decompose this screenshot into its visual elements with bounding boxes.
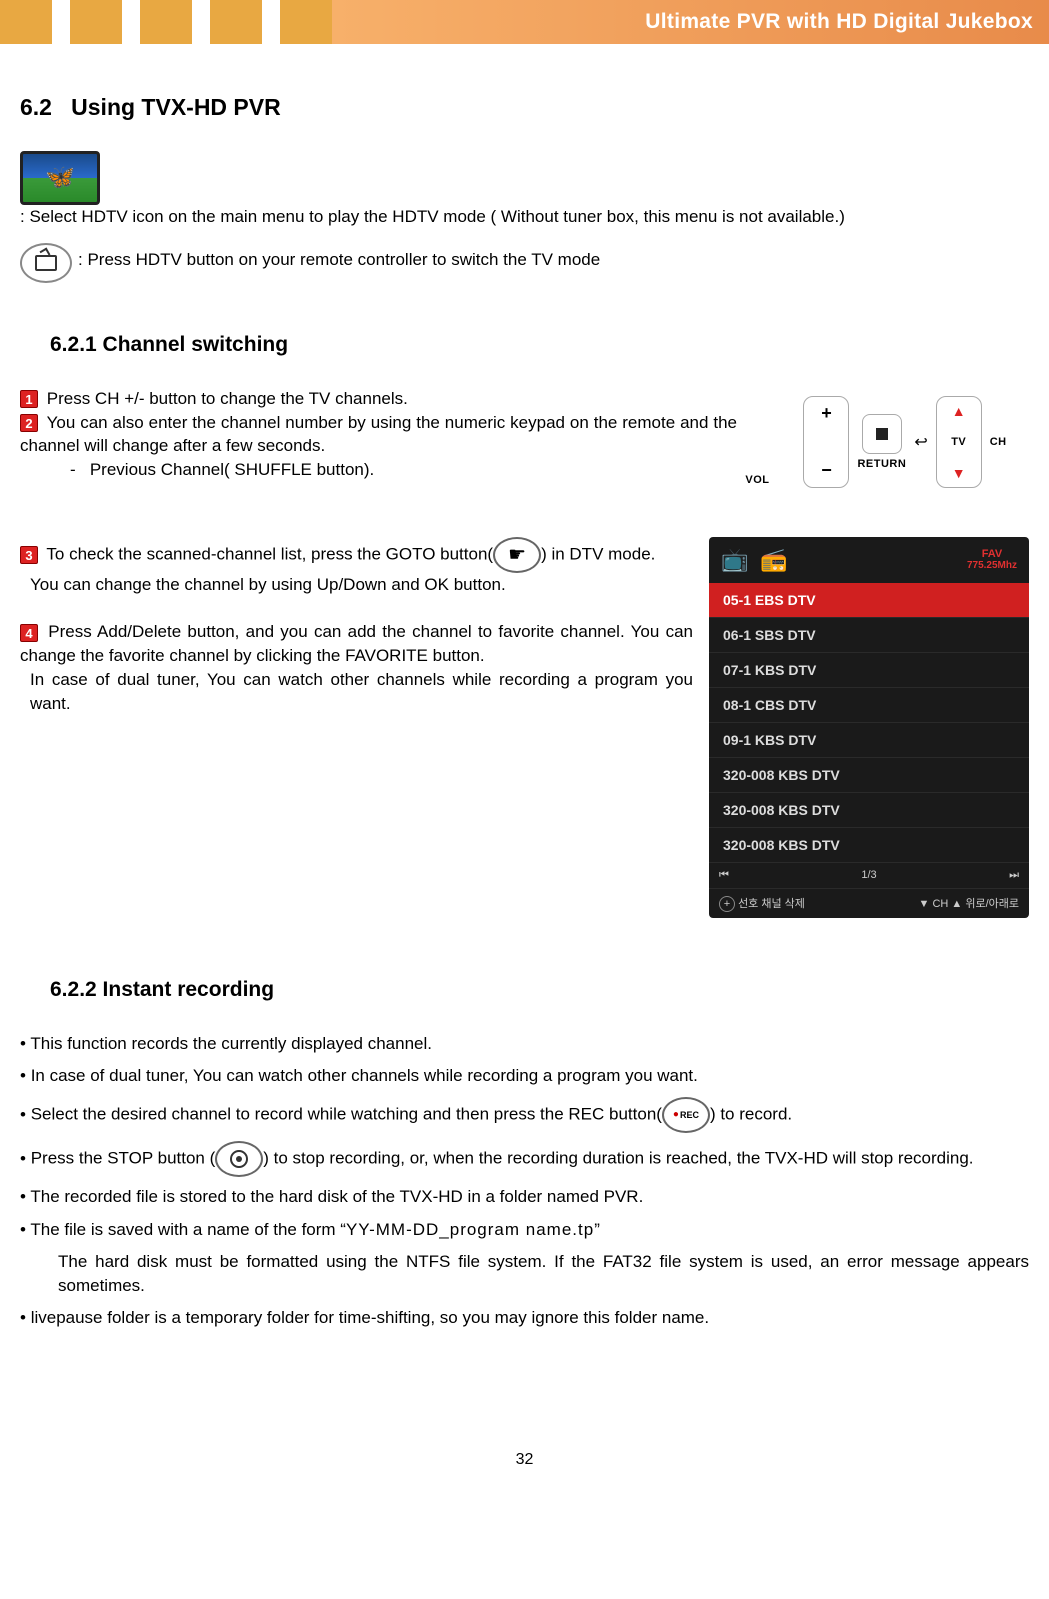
- step-3: 3 To check the scanned-channel list, pre…: [20, 537, 693, 573]
- bullet-7-text: livepause folder is a temporary folder f…: [31, 1308, 709, 1327]
- channel-list-header: 📺 📻 FAV 775.25Mhz: [709, 537, 1029, 583]
- remote-channel-rocker: ▲ TV ▼: [936, 396, 982, 488]
- intro-text-1: : Select HDTV icon on the main menu to p…: [20, 207, 845, 226]
- hdtv-menu-icon: [20, 151, 100, 205]
- remote-vol-down-icon: −: [821, 460, 832, 481]
- channel-list-tv-icon: 📺: [721, 547, 748, 573]
- bullet-4: Press the STOP button ( ) to stop recordi…: [20, 1141, 1029, 1177]
- channel-list-item: 09-1 KBS DTV: [709, 723, 1029, 758]
- channel-list-item: 07-1 KBS DTV: [709, 653, 1029, 688]
- step-3-text-b: ) in DTV mode.: [541, 544, 655, 563]
- channel-list-fav-freq: 775.25Mhz: [967, 560, 1017, 571]
- step-4-text-a: Press Add/Delete button, and you can add…: [20, 622, 693, 665]
- bullet-5-text: The recorded file is stored to the hard …: [30, 1187, 643, 1206]
- step-4-text-b: In case of dual tuner, You can watch oth…: [30, 670, 693, 713]
- section-title: Using TVX-HD PVR: [71, 94, 281, 120]
- channel-list-page: 1/3: [861, 869, 876, 881]
- remote-vol-up-icon: +: [821, 403, 832, 424]
- bullet-4-text-a: Press the STOP button (: [31, 1149, 216, 1168]
- step-4-line2: In case of dual tuner, You can watch oth…: [30, 668, 693, 716]
- bullet-6-text-a: The file is saved with a name of the for…: [30, 1220, 346, 1239]
- page-header: Ultimate PVR with HD Digital Jukebox: [0, 0, 1049, 44]
- intro-text-2: : Press HDTV button on your remote contr…: [78, 248, 600, 272]
- bullet-1: This function records the currently disp…: [20, 1032, 1029, 1057]
- remote-stop-button: [862, 414, 902, 454]
- section-number: 6.2: [20, 94, 52, 120]
- step-3-text-a: To check the scanned-channel list, press…: [46, 544, 493, 563]
- remote-control-image: VOL + − RETURN ↩ ▲ TV ▼ CH: [749, 387, 1029, 497]
- channel-list-screenshot: 📺 📻 FAV 775.25Mhz 05-1 EBS DTV 06-1 SBS …: [709, 537, 1029, 918]
- bullet-2: In case of dual tuner, You can watch oth…: [20, 1064, 1029, 1089]
- bullet-5: The recorded file is stored to the hard …: [20, 1185, 1029, 1210]
- intro-paragraph-2: : Press HDTV button on your remote contr…: [20, 237, 1029, 283]
- hdtv-remote-button-icon: [20, 243, 72, 283]
- step-3-line2: You can change the channel by using Up/D…: [30, 573, 693, 597]
- remote-ch-up-icon: ▲: [952, 403, 966, 419]
- channel-list-item: 05-1 EBS DTV: [709, 583, 1029, 618]
- step-badge-3: 3: [20, 546, 38, 564]
- bullet-6-note: The hard disk must be formatted using th…: [58, 1250, 1029, 1298]
- step-2: 2 You can also enter the channel number …: [20, 411, 737, 459]
- stop-button-icon: [215, 1141, 263, 1177]
- bullet-3: Select the desired channel to record whi…: [20, 1097, 1029, 1133]
- bullet-6-text-b: ”: [594, 1220, 600, 1239]
- channel-list-item: 06-1 SBS DTV: [709, 618, 1029, 653]
- channel-list-radio-icon: 📻: [760, 547, 787, 573]
- pager-next-icon: ⏭: [1009, 869, 1019, 882]
- intro-paragraph-1: : Select HDTV icon on the main menu to p…: [20, 151, 1029, 229]
- channel-list-pager: ⏮ 1/3 ⏭: [709, 863, 1029, 888]
- goto-button-icon: [493, 537, 541, 573]
- step-badge-2: 2: [20, 414, 38, 432]
- header-bar: Ultimate PVR with HD Digital Jukebox: [332, 0, 1049, 44]
- bullet-3-text-b: ) to record.: [710, 1105, 792, 1124]
- remote-ch-label: CH: [990, 436, 1007, 448]
- step-2-text: You can also enter the channel number by…: [20, 413, 737, 456]
- step-1: 1 Press CH +/- button to change the TV c…: [20, 387, 737, 411]
- header-tab-decoration: [210, 0, 262, 44]
- step-3-text-c: You can change the channel by using Up/D…: [30, 575, 506, 594]
- remote-tv-label: TV: [951, 436, 966, 448]
- step-2-sub: - Previous Channel( SHUFFLE button).: [70, 458, 737, 482]
- channel-list-footer-left: 선호 채널 삭제: [738, 898, 805, 910]
- channel-list-item: 320-008 KBS DTV: [709, 828, 1029, 863]
- bullet-7: livepause folder is a temporary folder f…: [20, 1306, 1029, 1331]
- remote-return-label: RETURN: [857, 458, 906, 470]
- channel-list-item: 320-008 KBS DTV: [709, 758, 1029, 793]
- channel-list-add-icon: +: [719, 896, 735, 912]
- remote-vol-label: VOL: [745, 474, 769, 486]
- bullet-6-filename: YY-MM-DD_program name.tp: [346, 1220, 594, 1239]
- step-1-text: Press CH +/- button to change the TV cha…: [47, 389, 408, 408]
- step-2-sub-text: Previous Channel( SHUFFLE button).: [90, 460, 374, 479]
- bullet-1-text: This function records the currently disp…: [30, 1034, 432, 1053]
- bullet-3-text-a: Select the desired channel to record whi…: [31, 1105, 662, 1124]
- header-tab-decoration: [70, 0, 122, 44]
- rec-button-icon: REC: [662, 1097, 710, 1133]
- channel-list-item: 08-1 CBS DTV: [709, 688, 1029, 723]
- header-tab-decoration: [0, 0, 52, 44]
- channel-list-footer-right: ▼ CH ▲ 위로/아래로: [919, 895, 1020, 911]
- bullet-2-text: In case of dual tuner, You can watch oth…: [31, 1066, 698, 1085]
- remote-ch-down-icon: ▼: [952, 465, 966, 481]
- channel-list-item: 320-008 KBS DTV: [709, 793, 1029, 828]
- header-tab-decoration: [140, 0, 192, 44]
- header-title: Ultimate PVR with HD Digital Jukebox: [645, 10, 1033, 34]
- subsection-621-heading: 6.2.1 Channel switching: [50, 333, 1029, 357]
- bullet-4-text-b: ) to stop recording, or, when the record…: [263, 1149, 973, 1168]
- channel-list-fav-label: FAV: [967, 548, 1017, 560]
- step-badge-4: 4: [20, 624, 38, 642]
- channel-list-fav-badge: FAV 775.25Mhz: [967, 548, 1017, 571]
- pager-prev-icon: ⏮: [719, 869, 729, 882]
- bullet-6: The file is saved with a name of the for…: [20, 1218, 1029, 1243]
- header-color-tabs: [0, 0, 332, 44]
- step-badge-1: 1: [20, 390, 38, 408]
- channel-list-footer: + 선호 채널 삭제 ▼ CH ▲ 위로/아래로: [709, 888, 1029, 918]
- remote-volume-rocker: + −: [803, 396, 849, 488]
- header-tab-decoration: [280, 0, 332, 44]
- subsection-622-heading: 6.2.2 Instant recording: [50, 978, 1029, 1002]
- page-number: 32: [20, 1451, 1029, 1489]
- section-heading: 6.2 Using TVX-HD PVR: [20, 94, 1029, 121]
- step-4: 4 Press Add/Delete button, and you can a…: [20, 620, 693, 668]
- remote-return-icon: ↩: [914, 432, 927, 452]
